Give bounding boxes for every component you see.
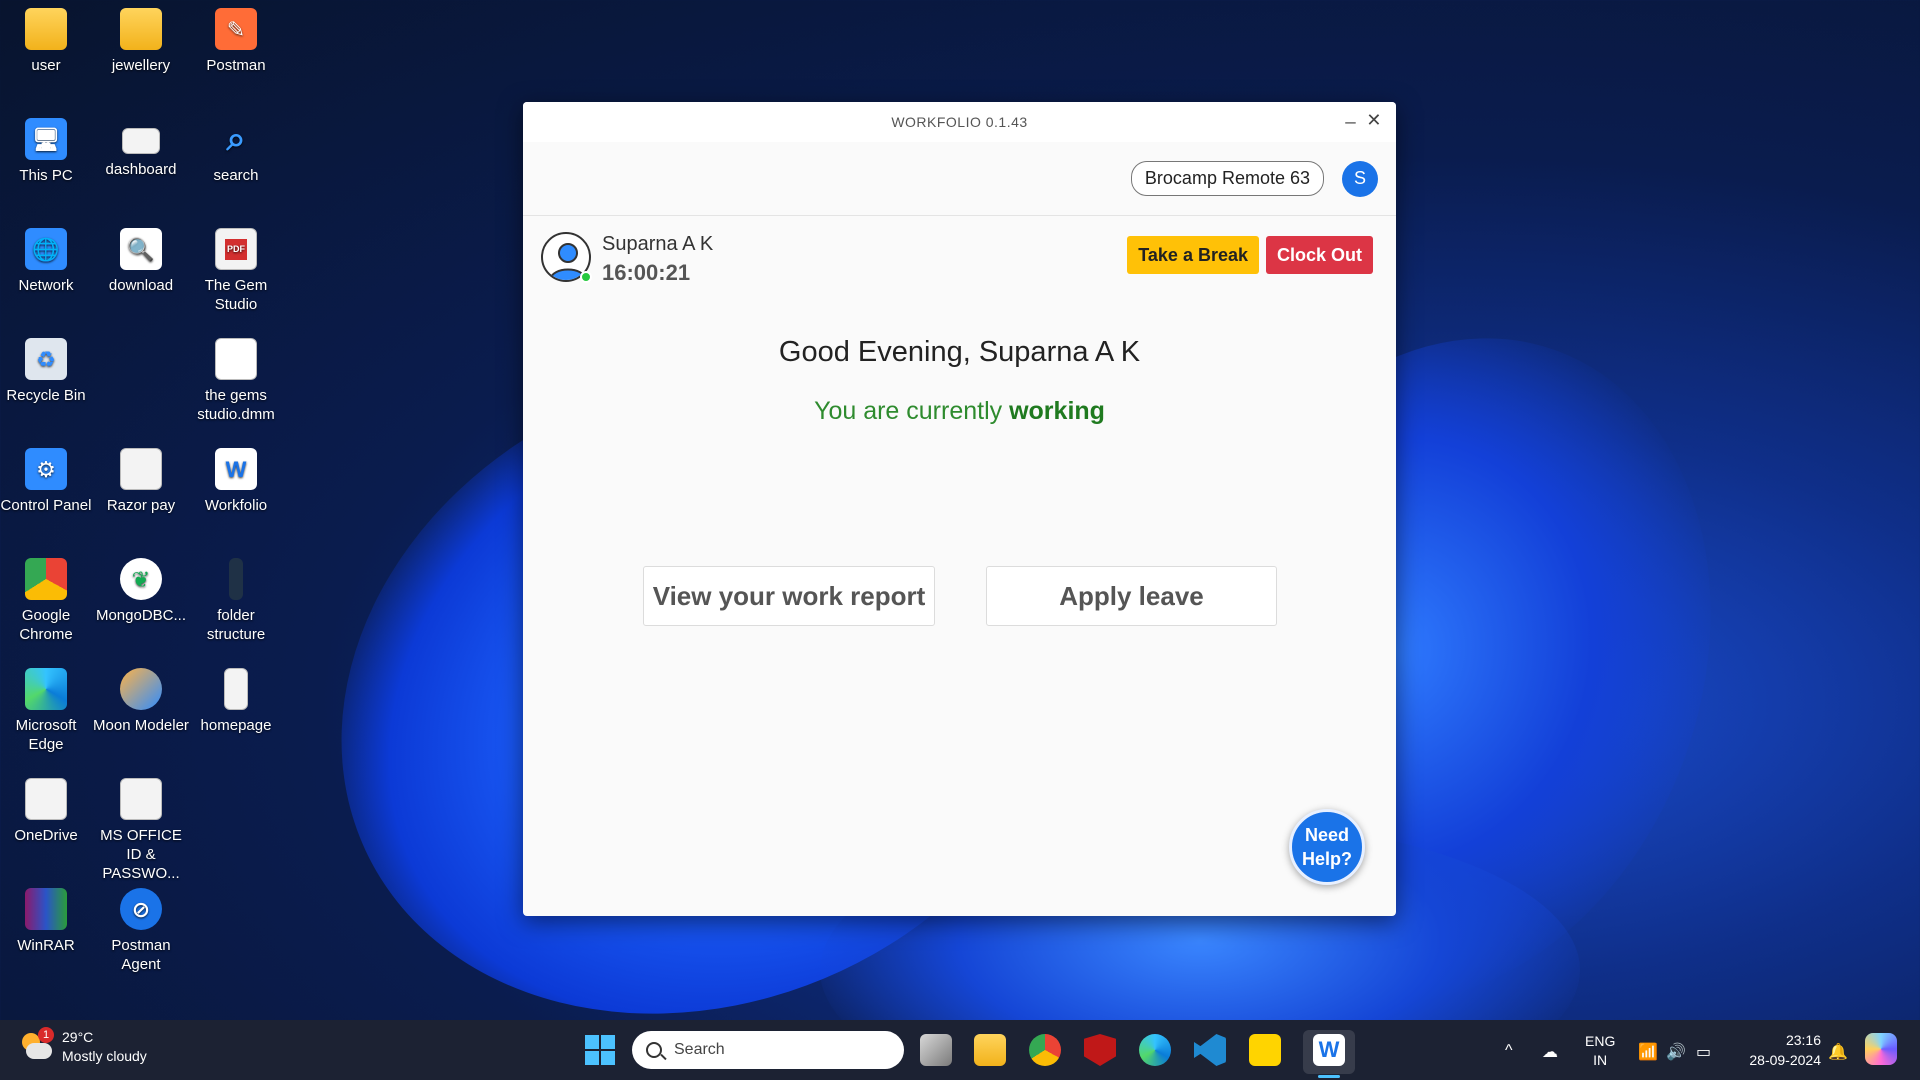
folder-icon: [120, 8, 162, 50]
chevron-up-icon[interactable]: ^: [1505, 1042, 1513, 1060]
pdf-icon: PDF: [215, 228, 257, 270]
desktop-icon-ms-office-id[interactable]: MS OFFICE ID & PASSWO...: [93, 778, 189, 883]
desktop-icon-user[interactable]: user: [0, 8, 94, 75]
battery-icon[interactable]: ▭: [1696, 1042, 1711, 1062]
greeting-text: Good Evening, Suparna A K: [778, 336, 1141, 368]
copilot-icon[interactable]: [1865, 1033, 1897, 1065]
desktop-icon-dashboard[interactable]: dashboard: [93, 118, 189, 179]
moon-modeler-icon: [120, 668, 162, 710]
tall-file-icon: [229, 558, 243, 600]
magnifier-file-icon: 🔍: [120, 228, 162, 270]
image-file-icon: [122, 128, 160, 154]
taskbar-search-box[interactable]: Search: [632, 1031, 904, 1069]
postman-agent-icon: ⊘: [120, 888, 162, 930]
winrar-icon: [25, 888, 67, 930]
chrome-icon[interactable]: [1029, 1034, 1061, 1066]
document-icon: [120, 448, 162, 490]
view-work-report-button[interactable]: View your work report: [643, 566, 935, 626]
need-help-button[interactable]: Need Help?: [1289, 809, 1365, 885]
folder-icon: [25, 8, 67, 50]
user-status-bar: Suparna A K 16:00:21 Take a Break Clock …: [523, 216, 1396, 306]
organization-badge[interactable]: Brocamp Remote 63: [1130, 161, 1324, 196]
image-file-icon: [224, 668, 248, 710]
weather-notification-badge: 1: [38, 1027, 54, 1043]
desktop-icon-winrar[interactable]: WinRAR: [0, 888, 94, 955]
language-indicator[interactable]: ENG IN: [1585, 1032, 1615, 1070]
postman-icon: ✎: [215, 8, 257, 50]
notification-bell-icon[interactable]: 🔔: [1828, 1042, 1848, 1062]
onedrive-cloud-icon[interactable]: ☁: [1542, 1042, 1558, 1062]
work-timer: 16:00:21: [602, 260, 691, 285]
edge-icon[interactable]: [1139, 1034, 1171, 1066]
desktop-icon-the-gem-studio[interactable]: PDF The Gem Studio: [188, 228, 284, 314]
control-panel-icon: ⚙: [25, 448, 67, 490]
weather-temperature: 29°C: [62, 1029, 94, 1045]
mcafee-icon[interactable]: [1084, 1034, 1116, 1066]
desktop-icon-jewellery[interactable]: jewellery: [93, 8, 189, 75]
work-status-text: You are currently working: [523, 397, 1396, 426]
profile-avatar-button[interactable]: S: [1342, 160, 1378, 197]
desktop-icon-download[interactable]: 🔍 download: [93, 228, 189, 295]
search-placeholder: Search: [674, 1041, 725, 1058]
system-clock[interactable]: 23:16 28-09-2024: [1735, 1030, 1821, 1070]
user-name: Suparna A K: [602, 233, 714, 255]
recycle-bin-icon: ♻: [25, 338, 67, 380]
desktop-icon-search[interactable]: ⌕ search: [188, 118, 284, 185]
weather-widget[interactable]: 1 29°C Mostly cloudy: [20, 1027, 147, 1066]
desktop-icon-razor-pay[interactable]: Razor pay: [93, 448, 189, 515]
desktop-icon-postman[interactable]: ✎ Postman: [188, 8, 284, 75]
desktop-icon-network[interactable]: 🌐 Network: [0, 228, 94, 295]
edge-icon: [25, 668, 67, 710]
wifi-icon[interactable]: 📶: [1638, 1042, 1658, 1062]
desktop-icon-folder-structure[interactable]: folder structure: [188, 558, 284, 644]
desktop-icon-moon-modeler[interactable]: Moon Modeler: [93, 668, 189, 735]
network-icon: 🌐: [25, 228, 67, 270]
document-icon: [215, 338, 257, 380]
clock-out-button[interactable]: Clock Out: [1265, 236, 1373, 274]
desktop-icon-recycle-bin[interactable]: ♻ Recycle Bin: [0, 338, 94, 405]
chrome-icon: [25, 558, 67, 600]
window-titlebar[interactable]: WORKFOLIO 0.1.43 _ ✕: [523, 102, 1396, 142]
desktop-icon-microsoft-edge[interactable]: Microsoft Edge: [0, 668, 94, 754]
monitor-icon: 🖥: [25, 118, 67, 160]
workfolio-taskbar-icon[interactable]: W: [1313, 1034, 1345, 1066]
app-header: Brocamp Remote 63 S: [523, 142, 1396, 216]
desktop-icon-control-panel[interactable]: ⚙ Control Panel: [0, 448, 94, 515]
file-explorer-icon[interactable]: [974, 1034, 1006, 1066]
desktop-icon-this-pc[interactable]: 🖥 This PC: [0, 118, 94, 185]
online-status-dot: [580, 271, 592, 283]
desktop-icon-homepage[interactable]: homepage: [188, 668, 284, 735]
desktop-icon-postman-agent[interactable]: ⊘ Postman Agent: [93, 888, 189, 974]
apply-leave-button[interactable]: Apply leave: [986, 566, 1277, 626]
start-button[interactable]: [585, 1035, 615, 1065]
desktop-icon-mongodb-compass[interactable]: ❦ MongoDBC...: [93, 558, 189, 625]
vscode-icon[interactable]: [1194, 1034, 1226, 1066]
status-value: working: [1009, 397, 1105, 425]
weather-description: Mostly cloudy: [62, 1048, 147, 1064]
window-title: WORKFOLIO 0.1.43: [891, 114, 1028, 130]
desktop-icon-google-chrome[interactable]: Google Chrome: [0, 558, 94, 644]
take-a-break-button[interactable]: Take a Break: [1127, 236, 1259, 274]
active-app-indicator: [1318, 1075, 1340, 1078]
task-view-icon[interactable]: [920, 1034, 952, 1066]
status-prefix: You are currently: [814, 397, 1010, 425]
search-icon: ⌕: [226, 119, 246, 158]
desktop-icon-onedrive[interactable]: OneDrive: [0, 778, 94, 845]
desktop-icon-the-gems-studio-dmm[interactable]: the gems studio.dmm: [188, 338, 284, 424]
sticky-notes-icon[interactable]: [1249, 1034, 1281, 1066]
weather-cloudy-icon: 1: [20, 1027, 54, 1063]
close-icon[interactable]: ✕: [1366, 110, 1382, 131]
minimize-icon[interactable]: _: [1345, 104, 1356, 125]
desktop-icon-workfolio[interactable]: W Workfolio: [188, 448, 284, 515]
document-icon: [120, 778, 162, 820]
workfolio-icon: W: [215, 448, 257, 490]
document-icon: [25, 778, 67, 820]
search-icon: [646, 1042, 662, 1058]
workfolio-window: WORKFOLIO 0.1.43 _ ✕ Brocamp Remote 63 S…: [523, 102, 1396, 916]
taskbar: 1 29°C Mostly cloudy Search W ^ ☁ ENG IN…: [0, 1020, 1920, 1080]
volume-icon[interactable]: 🔊: [1666, 1042, 1686, 1062]
mongodb-leaf-icon: ❦: [120, 558, 162, 600]
